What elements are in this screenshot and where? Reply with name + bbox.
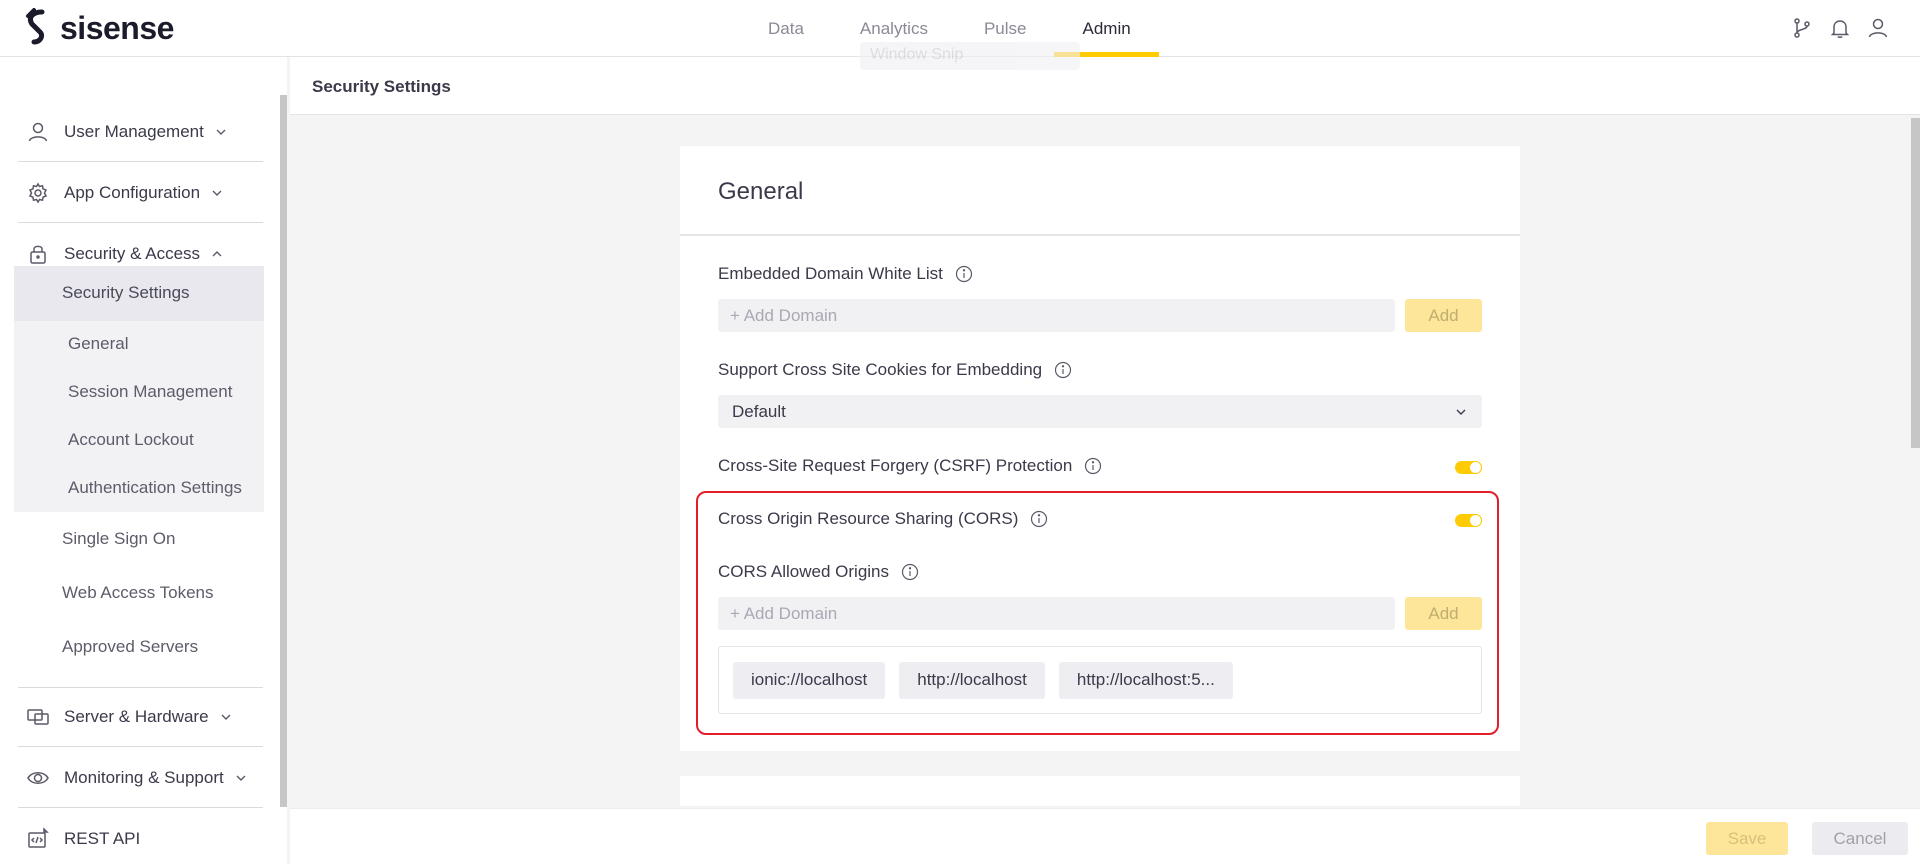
sidebar-item-label: App Configuration	[64, 182, 201, 202]
info-icon[interactable]	[1054, 361, 1072, 379]
eye-icon	[27, 771, 49, 784]
sidebar-item-security-settings[interactable]: Security Settings	[62, 283, 190, 303]
sidebar-item-label: User Management	[64, 121, 204, 141]
sidebar-item-label: Server & Hardware	[64, 707, 209, 726]
cors-toggle[interactable]	[1455, 514, 1482, 527]
csrf-label: Cross-Site Request Forgery (CSRF) Protec…	[718, 456, 1102, 476]
page-header: Security Settings	[290, 57, 1920, 115]
user-icon	[28, 122, 48, 141]
cors-origin-input[interactable]	[718, 597, 1395, 630]
card-title: General	[718, 178, 804, 205]
bell-icon[interactable]	[1828, 16, 1852, 40]
info-icon[interactable]	[901, 563, 919, 581]
user-icon[interactable]	[1866, 16, 1890, 40]
info-icon[interactable]	[955, 265, 973, 283]
chevron-up-icon	[212, 251, 222, 257]
chevron-down-icon	[221, 714, 231, 720]
field-label-text: CORS Allowed Origins	[718, 562, 890, 581]
tab-label: Analytics	[859, 18, 928, 38]
cross-site-cookies-select[interactable]: Default	[718, 395, 1482, 428]
sidebar-item-label: Monitoring & Support	[64, 767, 224, 787]
cancel-button[interactable]: Cancel	[1812, 822, 1908, 855]
gear-icon	[28, 182, 48, 203]
api-icon	[28, 827, 49, 848]
tab-label: Data	[768, 18, 804, 38]
sidebar-item-app-configuration[interactable]: App Configuration	[18, 163, 263, 223]
embedded-domain-label: Embedded Domain White List	[718, 264, 973, 284]
sidebar-item-approved-servers[interactable]: Approved Servers	[62, 637, 198, 657]
field-label-text: Cross Origin Resource Sharing (CORS)	[718, 509, 1019, 528]
sidebar-item-session-management[interactable]: Session Management	[68, 382, 232, 402]
info-icon[interactable]	[1030, 510, 1048, 528]
tab-label: Admin	[1082, 18, 1131, 38]
origin-chip[interactable]: http://localhost:5...	[1058, 661, 1233, 699]
sidebar-item-account-lockout[interactable]: Account Lockout	[68, 430, 194, 450]
footer-bar: Save Cancel	[290, 808, 1920, 864]
sidebar: User Management App Configuration Securi…	[0, 57, 287, 864]
sidebar-item-label: Security & Access	[64, 244, 201, 263]
field-label-text: Support Cross Site Cookies for Embedding	[718, 360, 1043, 379]
sidebar-item-general[interactable]: General	[68, 334, 128, 354]
embedded-domain-input[interactable]	[718, 299, 1395, 332]
chevron-down-icon	[236, 775, 246, 781]
cross-site-cookies-label: Support Cross Site Cookies for Embedding	[718, 360, 1072, 380]
sidebar-item-monitoring-support[interactable]: Monitoring & Support	[18, 748, 263, 808]
sidebar-item-rest-api[interactable]: REST API	[18, 809, 263, 864]
main-scrollbar[interactable]	[1911, 118, 1920, 448]
window-snip-overlay: Window Snip	[860, 42, 1080, 70]
sidebar-item-server-hardware[interactable]: Server & Hardware	[18, 687, 263, 747]
sidebar-item-label: REST API	[64, 829, 141, 848]
chevron-down-icon	[212, 190, 222, 196]
chevron-down-icon	[1456, 409, 1466, 415]
sidebar-item-single-sign-on[interactable]: Single Sign On	[62, 529, 175, 549]
logo[interactable]: sisense	[22, 8, 174, 48]
cors-origin-add-button[interactable]: Add	[1405, 597, 1482, 630]
tab-label: Pulse	[983, 18, 1027, 38]
cors-label: Cross Origin Resource Sharing (CORS)	[718, 509, 1048, 529]
card-header: General	[680, 146, 1520, 236]
page-title: Security Settings	[312, 77, 451, 96]
cors-origins-label: CORS Allowed Origins	[718, 562, 919, 582]
csrf-toggle[interactable]	[1455, 461, 1482, 474]
sidebar-item-authentication-settings[interactable]: Authentication Settings	[68, 478, 242, 498]
sidebar-item-web-access-tokens[interactable]: Web Access Tokens	[62, 583, 214, 603]
info-icon[interactable]	[1084, 457, 1102, 475]
lock-icon	[30, 245, 46, 264]
origin-chip[interactable]: ionic://localhost	[733, 661, 886, 699]
field-label-text: Embedded Domain White List	[718, 264, 943, 283]
logo-text: sisense	[60, 9, 174, 46]
embedded-domain-add-button[interactable]: Add	[1405, 299, 1482, 332]
top-icons	[1790, 16, 1890, 40]
sisense-logo-icon	[26, 8, 45, 45]
field-label-text: Cross-Site Request Forgery (CSRF) Protec…	[718, 456, 1073, 475]
next-settings-card	[680, 776, 1520, 806]
tab-data[interactable]: Data	[740, 0, 832, 57]
sidebar-item-user-management[interactable]: User Management	[18, 102, 263, 162]
general-settings-card: General Embedded Domain White List Add S…	[680, 146, 1520, 751]
select-value: Default	[732, 401, 786, 421]
git-branch-icon[interactable]	[1790, 16, 1814, 40]
sidebar-scrollbar[interactable]	[280, 95, 287, 807]
origin-chip[interactable]: http://localhost	[899, 661, 1045, 699]
server-icon	[27, 709, 49, 725]
cors-origins-list: ionic://localhost http://localhost http:…	[718, 646, 1482, 714]
save-button[interactable]: Save	[1706, 822, 1788, 855]
chevron-down-icon	[216, 129, 226, 135]
